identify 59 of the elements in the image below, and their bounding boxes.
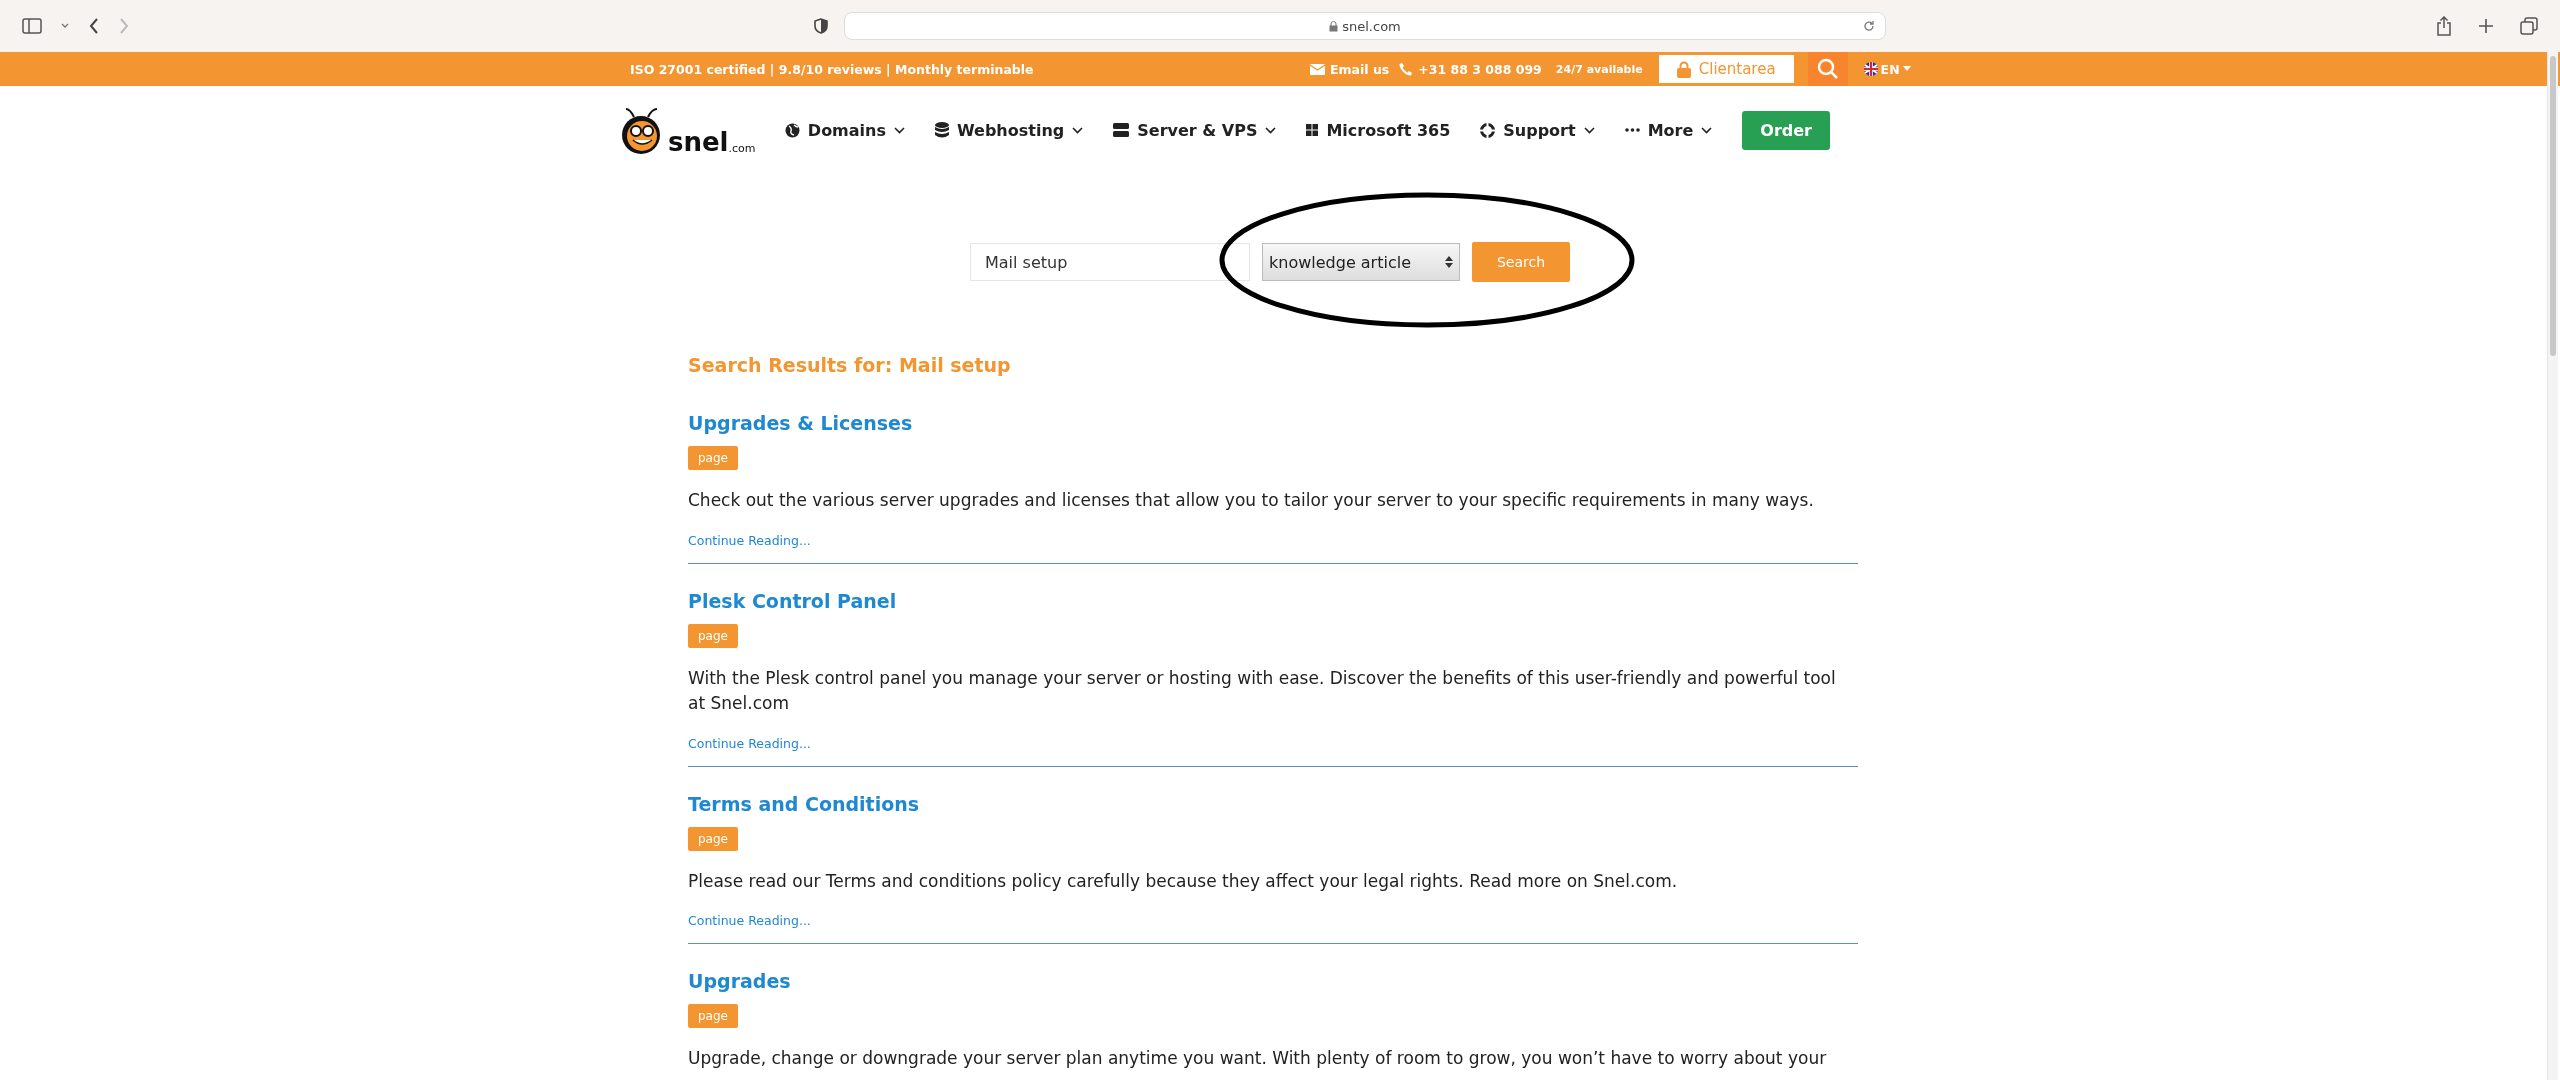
tagline: ISO 27001 certified | 9.8/10 reviews | Monthly terminable — [630, 61, 1035, 77]
updown-arrows-icon — [1445, 255, 1453, 269]
nav-menu-item[interactable]: More — [1624, 120, 1713, 140]
nav-menu-item[interactable]: Support — [1480, 120, 1595, 140]
share-icon[interactable] — [2436, 16, 2452, 36]
chevron-down-icon[interactable] — [60, 22, 70, 30]
tabs-icon[interactable] — [2520, 17, 2538, 35]
client-area-button[interactable]: Clientarea — [1658, 55, 1794, 83]
envelope-icon — [1310, 63, 1325, 75]
result-title-link[interactable]: Terms and Conditions — [688, 792, 920, 815]
result-description: Check out the various server upgrades and licenses that allow you to tailor your server to your specific requirements in many ways. — [688, 489, 1815, 512]
address-bar[interactable]: snel.com — [844, 12, 1886, 40]
continue-reading-link[interactable]: Continue Reading... — [688, 532, 811, 548]
page-tag: page — [688, 446, 738, 470]
server-icon — [1113, 123, 1130, 137]
result-description: Please read our Terms and conditions policy carefully because they affect your legal rights. Read more on Snel.com. — [688, 869, 1679, 893]
globe-icon — [784, 122, 800, 138]
email-link[interactable]: Email us — [1310, 61, 1390, 77]
scrollbar[interactable] — [2547, 52, 2558, 1080]
page-tag: page — [688, 826, 738, 851]
result-title-link[interactable]: Upgrades & Licenses — [688, 412, 913, 434]
caret-icon — [1902, 66, 1911, 72]
search-button[interactable] — [1807, 52, 1848, 86]
language-selector[interactable]: EN — [1857, 60, 1917, 78]
url-text: snel.com — [1329, 18, 1401, 34]
reload-icon[interactable] — [1863, 20, 1875, 32]
availability-text: 24/7 available — [1555, 62, 1643, 76]
page-tag: page — [688, 1004, 738, 1028]
result-description: With the Plesk control panel you manage your server or hosting with ease. Discover the benefits of this user-friendly and powerful tool at Snel.com — [688, 666, 1837, 715]
flag-icon — [1863, 62, 1878, 76]
continue-reading-link[interactable]: Continue Reading... — [688, 913, 811, 928]
lock-icon — [1329, 20, 1339, 32]
result-description: Upgrade, change or downgrade your server plan anytime you want. With plenty of room to grow, you won’t have to worry about your — [688, 1047, 1828, 1070]
results-heading: Search Results for: Mail setup — [688, 354, 1012, 376]
type-dropdown[interactable]: knowledge article — [1262, 243, 1460, 281]
back-icon[interactable] — [88, 17, 100, 35]
phone-link[interactable]: +31 88 3 088 099 — [1399, 61, 1542, 77]
plus-icon[interactable] — [2478, 18, 2494, 34]
search-icon — [1816, 58, 1839, 80]
shield-icon — [814, 18, 828, 34]
continue-reading-link[interactable]: Continue Reading... — [688, 735, 811, 751]
dots-icon — [1624, 128, 1640, 132]
phone-icon — [1399, 62, 1414, 76]
search-field[interactable]: Mail setup — [970, 243, 1250, 281]
lifebuoy-icon — [1480, 122, 1496, 138]
sidebar-icon[interactable] — [22, 18, 42, 34]
page-tag: page — [688, 623, 738, 648]
order-button[interactable]: Order — [1742, 110, 1830, 150]
logo[interactable]: snel.com — [620, 105, 756, 155]
search-submit-button[interactable]: Search — [1472, 242, 1570, 282]
nav-menu-item[interactable]: Webhosting — [935, 120, 1084, 140]
result-title-link[interactable]: Upgrades — [688, 970, 791, 992]
lock-icon — [1676, 60, 1691, 78]
nav-menu-item[interactable]: Domains — [784, 120, 905, 140]
grid-icon — [1306, 124, 1319, 136]
database-icon — [935, 122, 949, 138]
nav-menu-item[interactable]: Microsoft 365 — [1306, 120, 1451, 140]
nav-menu-item[interactable]: Server & VPS — [1113, 120, 1277, 140]
result-title-link[interactable]: Plesk Control Panel — [688, 589, 897, 612]
